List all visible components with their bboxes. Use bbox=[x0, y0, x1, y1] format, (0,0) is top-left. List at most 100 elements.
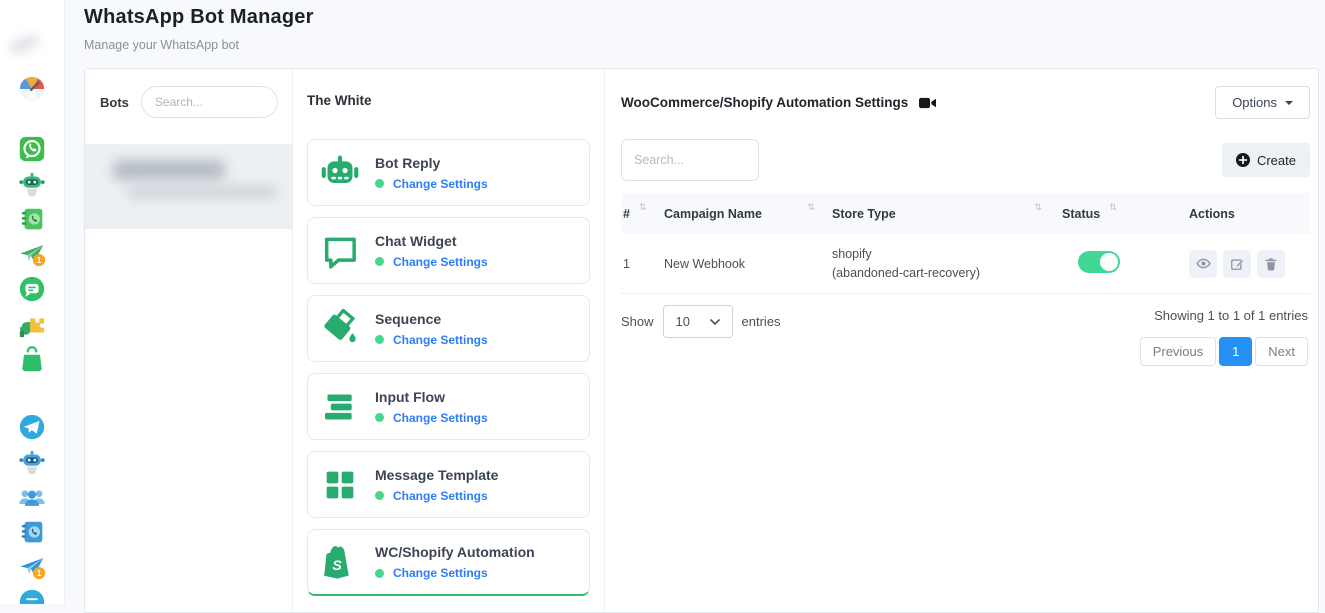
module-title: Chat Widget bbox=[375, 233, 488, 249]
chevron-down-icon bbox=[1285, 101, 1293, 105]
delete-button[interactable] bbox=[1257, 250, 1285, 278]
speedometer-dashboard-icon[interactable] bbox=[17, 74, 47, 104]
users-group-blue-icon[interactable] bbox=[17, 482, 47, 512]
bot-name-title: The White bbox=[307, 93, 590, 108]
create-button[interactable]: Create bbox=[1222, 143, 1310, 177]
blurred-logo bbox=[7, 32, 42, 56]
row-number: 1 bbox=[621, 257, 661, 271]
page-header: WhatsApp Bot Manager Manage your WhatsAp… bbox=[84, 6, 314, 52]
blurred-bot-name bbox=[113, 160, 225, 180]
column-header-actions: Actions bbox=[1181, 207, 1310, 221]
show-label: Show bbox=[621, 314, 654, 329]
status-dot bbox=[375, 335, 384, 344]
status-dot bbox=[375, 491, 384, 500]
badge-count: 1 bbox=[37, 256, 42, 265]
page-1-button[interactable]: 1 bbox=[1219, 337, 1252, 366]
change-settings-link[interactable]: Change Settings bbox=[393, 411, 488, 425]
paint-bucket-icon bbox=[320, 309, 360, 349]
status-cell bbox=[1056, 251, 1181, 276]
store-type-cell: shopify (abandoned-cart-recovery) bbox=[829, 245, 1056, 283]
contact-book-blue-icon[interactable] bbox=[17, 517, 47, 547]
shopify-letter: S bbox=[332, 558, 342, 574]
chevron-down-icon bbox=[710, 319, 720, 325]
module-card-sequence[interactable]: Sequence Change Settings bbox=[307, 295, 590, 362]
chat-bubble-green-icon[interactable] bbox=[17, 274, 47, 304]
app-icon-sidebar: 1 bbox=[0, 0, 65, 604]
column-header-num[interactable]: # ⇅ bbox=[621, 207, 661, 221]
bots-panel: Bots bbox=[85, 69, 293, 612]
module-title: Sequence bbox=[375, 311, 488, 327]
status-dot bbox=[375, 257, 384, 266]
module-card-message-template[interactable]: Message Template Change Settings bbox=[307, 451, 590, 518]
table-row: 1 New Webhook shopify (abandoned-cart-re… bbox=[621, 234, 1310, 294]
previous-page-button[interactable]: Previous bbox=[1140, 337, 1217, 366]
status-toggle[interactable] bbox=[1078, 251, 1120, 273]
robot-blue-icon[interactable] bbox=[17, 447, 47, 477]
eye-icon bbox=[1196, 256, 1211, 271]
column-header-status[interactable]: Status ⇅ bbox=[1056, 207, 1181, 221]
bars-icon bbox=[320, 387, 360, 427]
options-label: Options bbox=[1232, 95, 1277, 110]
badge-count: 1 bbox=[37, 569, 42, 578]
module-title: Bot Reply bbox=[375, 155, 488, 171]
paper-plane-badge-green-icon[interactable]: 1 bbox=[17, 239, 47, 269]
pagination: Previous 1 Next bbox=[1140, 337, 1308, 366]
chat-circle-partial-icon[interactable] bbox=[17, 587, 47, 604]
table-search-input[interactable] bbox=[621, 139, 759, 181]
entries-label: entries bbox=[742, 314, 781, 329]
sort-icon[interactable]: ⇅ bbox=[639, 202, 647, 213]
blurred-bot-name-line2 bbox=[127, 185, 277, 199]
telegram-icon[interactable] bbox=[17, 412, 47, 442]
status-dot bbox=[375, 179, 384, 188]
toggle-knob bbox=[1100, 253, 1118, 271]
bots-search-input[interactable] bbox=[141, 86, 278, 118]
bot-list-item-selected[interactable] bbox=[85, 144, 292, 229]
page-size-select[interactable]: 10 bbox=[663, 305, 733, 338]
table-summary: Showing 1 to 1 of 1 entries bbox=[1154, 308, 1308, 323]
automation-panel-title: WooCommerce/Shopify Automation Settings bbox=[621, 95, 908, 110]
module-title: Input Flow bbox=[375, 389, 488, 405]
shopify-bag-icon: S bbox=[320, 542, 360, 582]
module-card-bot-reply[interactable]: Bot Reply Change Settings bbox=[307, 139, 590, 206]
shopping-bag-icon[interactable] bbox=[17, 344, 47, 374]
module-card-chat-widget[interactable]: Chat Widget Change Settings bbox=[307, 217, 590, 284]
status-dot bbox=[375, 569, 384, 578]
edit-button[interactable] bbox=[1223, 250, 1251, 278]
video-tutorial-icon[interactable] bbox=[919, 97, 936, 109]
sort-icon[interactable]: ⇅ bbox=[1109, 202, 1117, 213]
automation-table: # ⇅ Campaign Name ⇅ Store Type ⇅ Status … bbox=[621, 193, 1310, 294]
column-header-campaign-name[interactable]: Campaign Name ⇅ bbox=[661, 207, 829, 221]
module-title: Message Template bbox=[375, 467, 498, 483]
puzzle-hand-integration-icon[interactable] bbox=[17, 309, 47, 339]
change-settings-link[interactable]: Change Settings bbox=[393, 489, 488, 503]
page-subtitle: Manage your WhatsApp bot bbox=[84, 38, 314, 52]
page-title: WhatsApp Bot Manager bbox=[84, 6, 314, 29]
paper-plane-badge-blue-icon[interactable]: 1 bbox=[17, 552, 47, 582]
whatsapp-icon[interactable] bbox=[17, 134, 47, 164]
robot-green-icon[interactable] bbox=[17, 169, 47, 199]
edit-icon bbox=[1230, 257, 1244, 271]
modules-panel: The White Bot Reply bbox=[293, 69, 605, 612]
contact-book-green-icon[interactable] bbox=[17, 204, 47, 234]
column-header-store-type[interactable]: Store Type ⇅ bbox=[829, 207, 1056, 221]
change-settings-link[interactable]: Change Settings bbox=[393, 333, 488, 347]
view-button[interactable] bbox=[1189, 250, 1217, 278]
main-card: Bots The White bbox=[84, 68, 1319, 613]
change-settings-link[interactable]: Change Settings bbox=[393, 255, 488, 269]
actions-cell bbox=[1181, 250, 1310, 278]
status-dot bbox=[375, 413, 384, 422]
trash-icon bbox=[1264, 257, 1278, 271]
module-title: WC/Shopify Automation bbox=[375, 544, 535, 560]
bots-panel-title: Bots bbox=[100, 95, 129, 110]
change-settings-link[interactable]: Change Settings bbox=[393, 566, 488, 580]
options-button[interactable]: Options bbox=[1215, 86, 1310, 119]
module-card-wc-shopify-automation[interactable]: S WC/Shopify Automation Change Settings bbox=[307, 529, 590, 596]
sort-icon[interactable]: ⇅ bbox=[807, 202, 815, 213]
robot-icon bbox=[320, 153, 360, 193]
chat-widget-icon bbox=[320, 231, 360, 271]
module-card-input-flow[interactable]: Input Flow Change Settings bbox=[307, 373, 590, 440]
campaign-name-cell: New Webhook bbox=[661, 257, 829, 271]
change-settings-link[interactable]: Change Settings bbox=[393, 177, 488, 191]
sort-icon[interactable]: ⇅ bbox=[1034, 202, 1042, 213]
next-page-button[interactable]: Next bbox=[1255, 337, 1308, 366]
